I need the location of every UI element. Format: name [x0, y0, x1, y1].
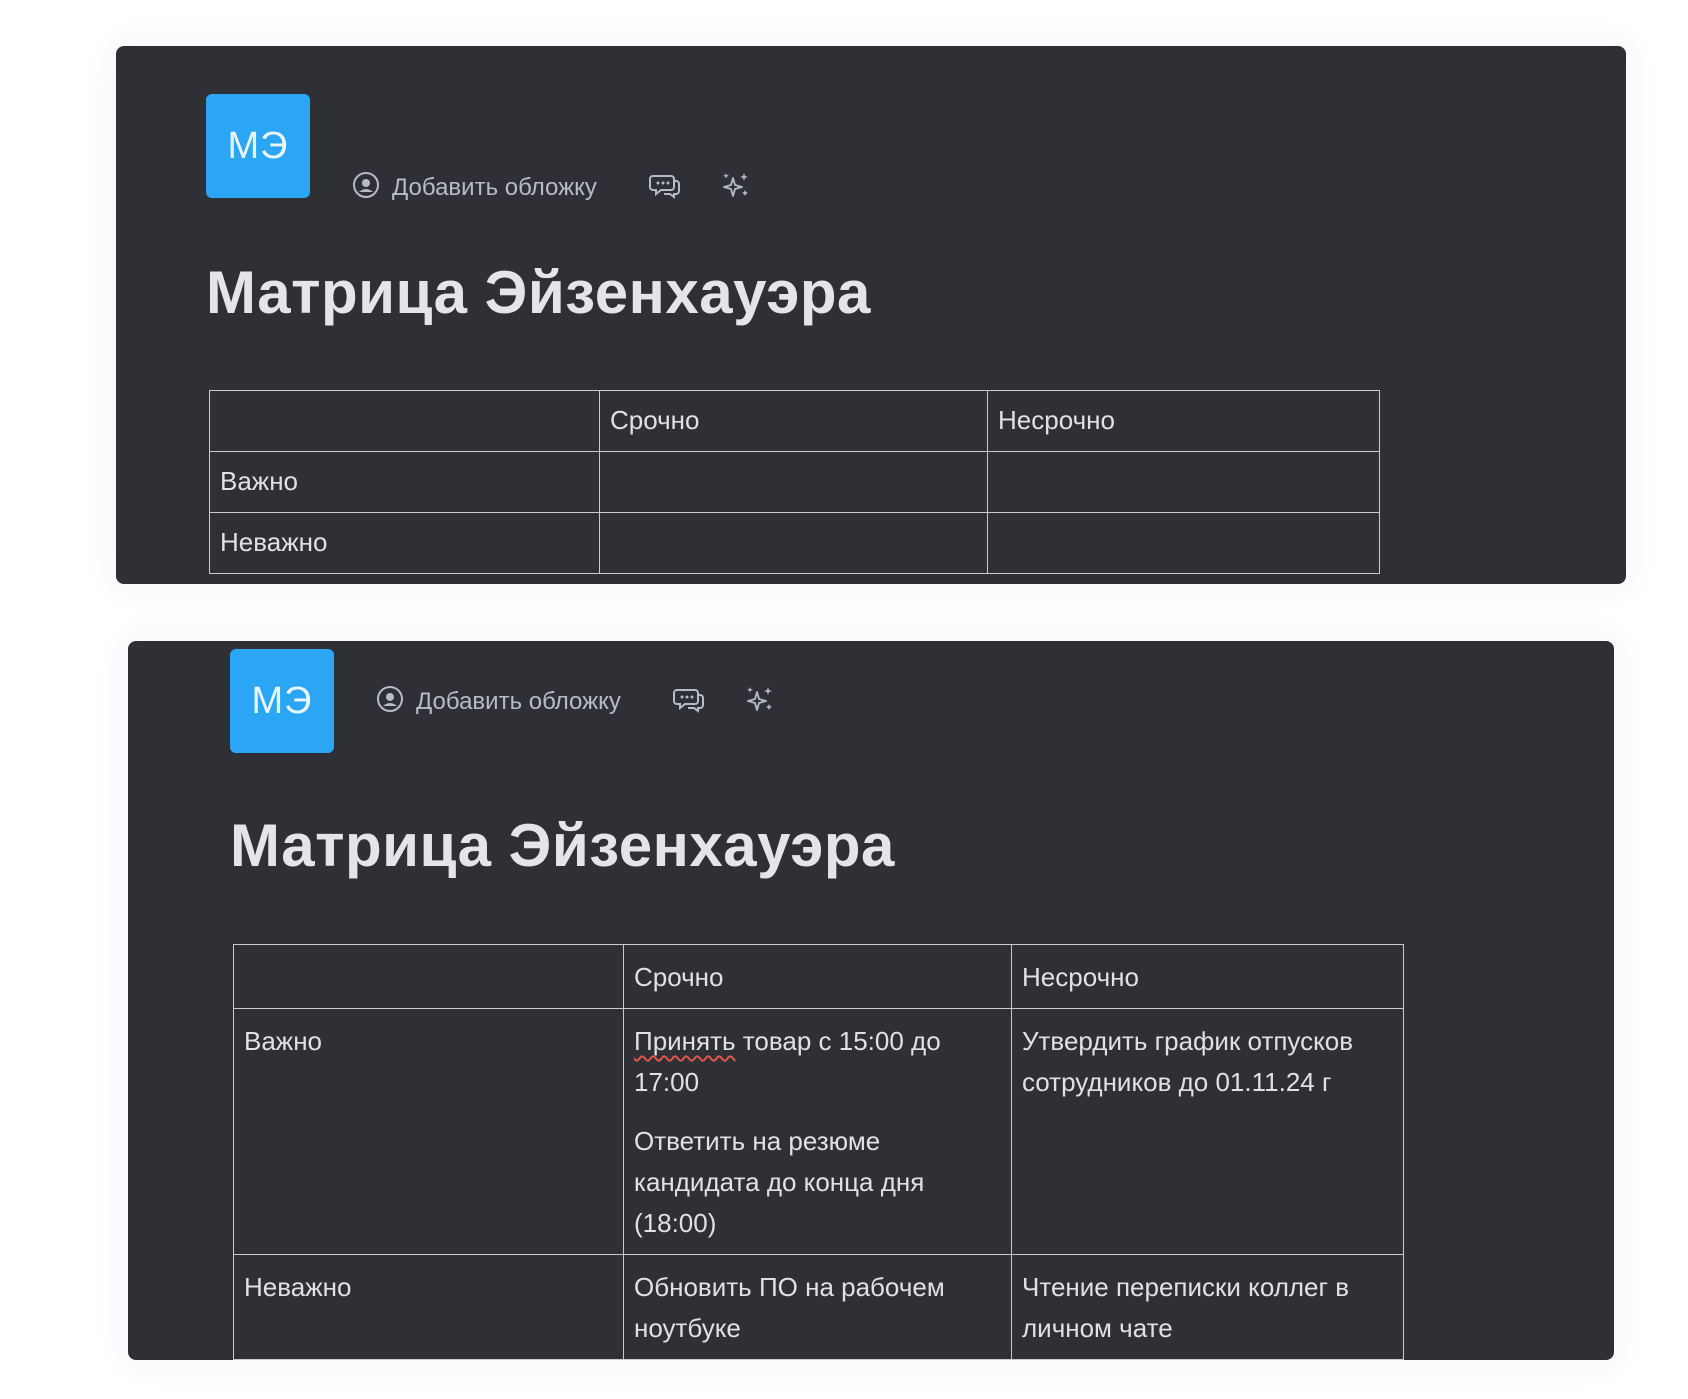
image-circle-icon [352, 171, 380, 206]
task-text: Ответить на резюме кандидата до конца дн… [634, 1126, 925, 1238]
avatar-initials: МЭ [227, 124, 289, 167]
ai-assistant-button[interactable] [745, 684, 775, 721]
comments-icon [648, 172, 681, 205]
table-row-header: Срочно Несрочно [233, 944, 1404, 1009]
table-cell-unimportant-not-urgent[interactable]: Чтение переписки коллег в личном чате [1011, 1254, 1404, 1360]
table-cell-important-not-urgent[interactable] [987, 451, 1380, 513]
table-header-not-urgent[interactable]: Несрочно [987, 390, 1380, 452]
task-text: Обновить ПО на рабочем ноутбуке [634, 1272, 945, 1343]
avatar-initials: МЭ [251, 679, 313, 722]
sparkles-icon [745, 684, 775, 721]
table-row-unimportant: Неважно Обновить ПО на рабочем ноутбуке … [233, 1254, 1404, 1360]
table-row-important: Важно [209, 451, 1380, 513]
comments-button[interactable] [672, 686, 705, 719]
table-header-urgent[interactable]: Срочно [599, 390, 988, 452]
comments-button[interactable] [648, 172, 681, 205]
table-cell-unimportant-urgent[interactable] [599, 512, 988, 574]
add-cover-label: Добавить обложку [416, 688, 621, 715]
task-text: Утвердить график отпусков сотрудников до… [1022, 1026, 1354, 1097]
table-row-header: Срочно Несрочно [209, 390, 1380, 452]
page-toolbar: Добавить обложку [352, 168, 751, 208]
table-cell-corner[interactable] [209, 390, 600, 452]
sparkles-icon [721, 170, 751, 207]
document-panel-empty: МЭ Добавить обложку Матрица Эйзенхауэра … [116, 46, 1626, 584]
table-cell-corner[interactable] [233, 944, 624, 1009]
document-panel-filled: МЭ Добавить обложку Матрица Эйзенхауэра … [128, 641, 1614, 1360]
table-row-unimportant: Неважно [209, 512, 1380, 574]
table-cell-important-urgent[interactable] [599, 451, 988, 513]
ai-assistant-button[interactable] [721, 170, 751, 207]
add-cover-button[interactable]: Добавить обложку [376, 685, 621, 720]
page-avatar[interactable]: МЭ [206, 94, 310, 198]
table-cell-unimportant-urgent[interactable]: Обновить ПО на рабочем ноутбуке [623, 1254, 1012, 1360]
eisenhower-table: Срочно Несрочно Важно Неважно [209, 390, 1380, 574]
add-cover-label: Добавить обложку [392, 174, 597, 201]
table-header-not-urgent[interactable]: Несрочно [1011, 944, 1404, 1009]
image-circle-icon [376, 685, 404, 720]
comments-icon [672, 686, 705, 719]
page-title[interactable]: Матрица Эйзенхауэра [230, 811, 895, 880]
add-cover-button[interactable]: Добавить обложку [352, 171, 597, 206]
page-avatar[interactable]: МЭ [230, 649, 334, 753]
table-cell-unimportant-not-urgent[interactable] [987, 512, 1380, 574]
table-cell-important-not-urgent[interactable]: Утвердить график отпусков сотрудников до… [1011, 1008, 1404, 1255]
table-row-label-unimportant[interactable]: Неважно [209, 512, 600, 574]
page-toolbar: Добавить обложку [376, 682, 775, 722]
table-row-important: Важно Принять товар с 15:00 до 17:00 Отв… [233, 1008, 1404, 1255]
table-row-label-unimportant[interactable]: Неважно [233, 1254, 624, 1360]
table-row-label-important[interactable]: Важно [233, 1008, 624, 1255]
eisenhower-table: Срочно Несрочно Важно Принять товар с 15… [233, 944, 1404, 1360]
task-text: Принять товар с 15:00 до 17:00 [634, 1021, 1001, 1103]
table-header-urgent[interactable]: Срочно [623, 944, 1012, 1009]
task-text: Чтение переписки коллег в личном чате [1022, 1272, 1350, 1343]
misspelled-word[interactable]: Принять [634, 1026, 736, 1056]
table-cell-important-urgent[interactable]: Принять товар с 15:00 до 17:00 Ответить … [623, 1008, 1012, 1255]
page-title[interactable]: Матрица Эйзенхауэра [206, 258, 871, 327]
table-row-label-important[interactable]: Важно [209, 451, 600, 513]
